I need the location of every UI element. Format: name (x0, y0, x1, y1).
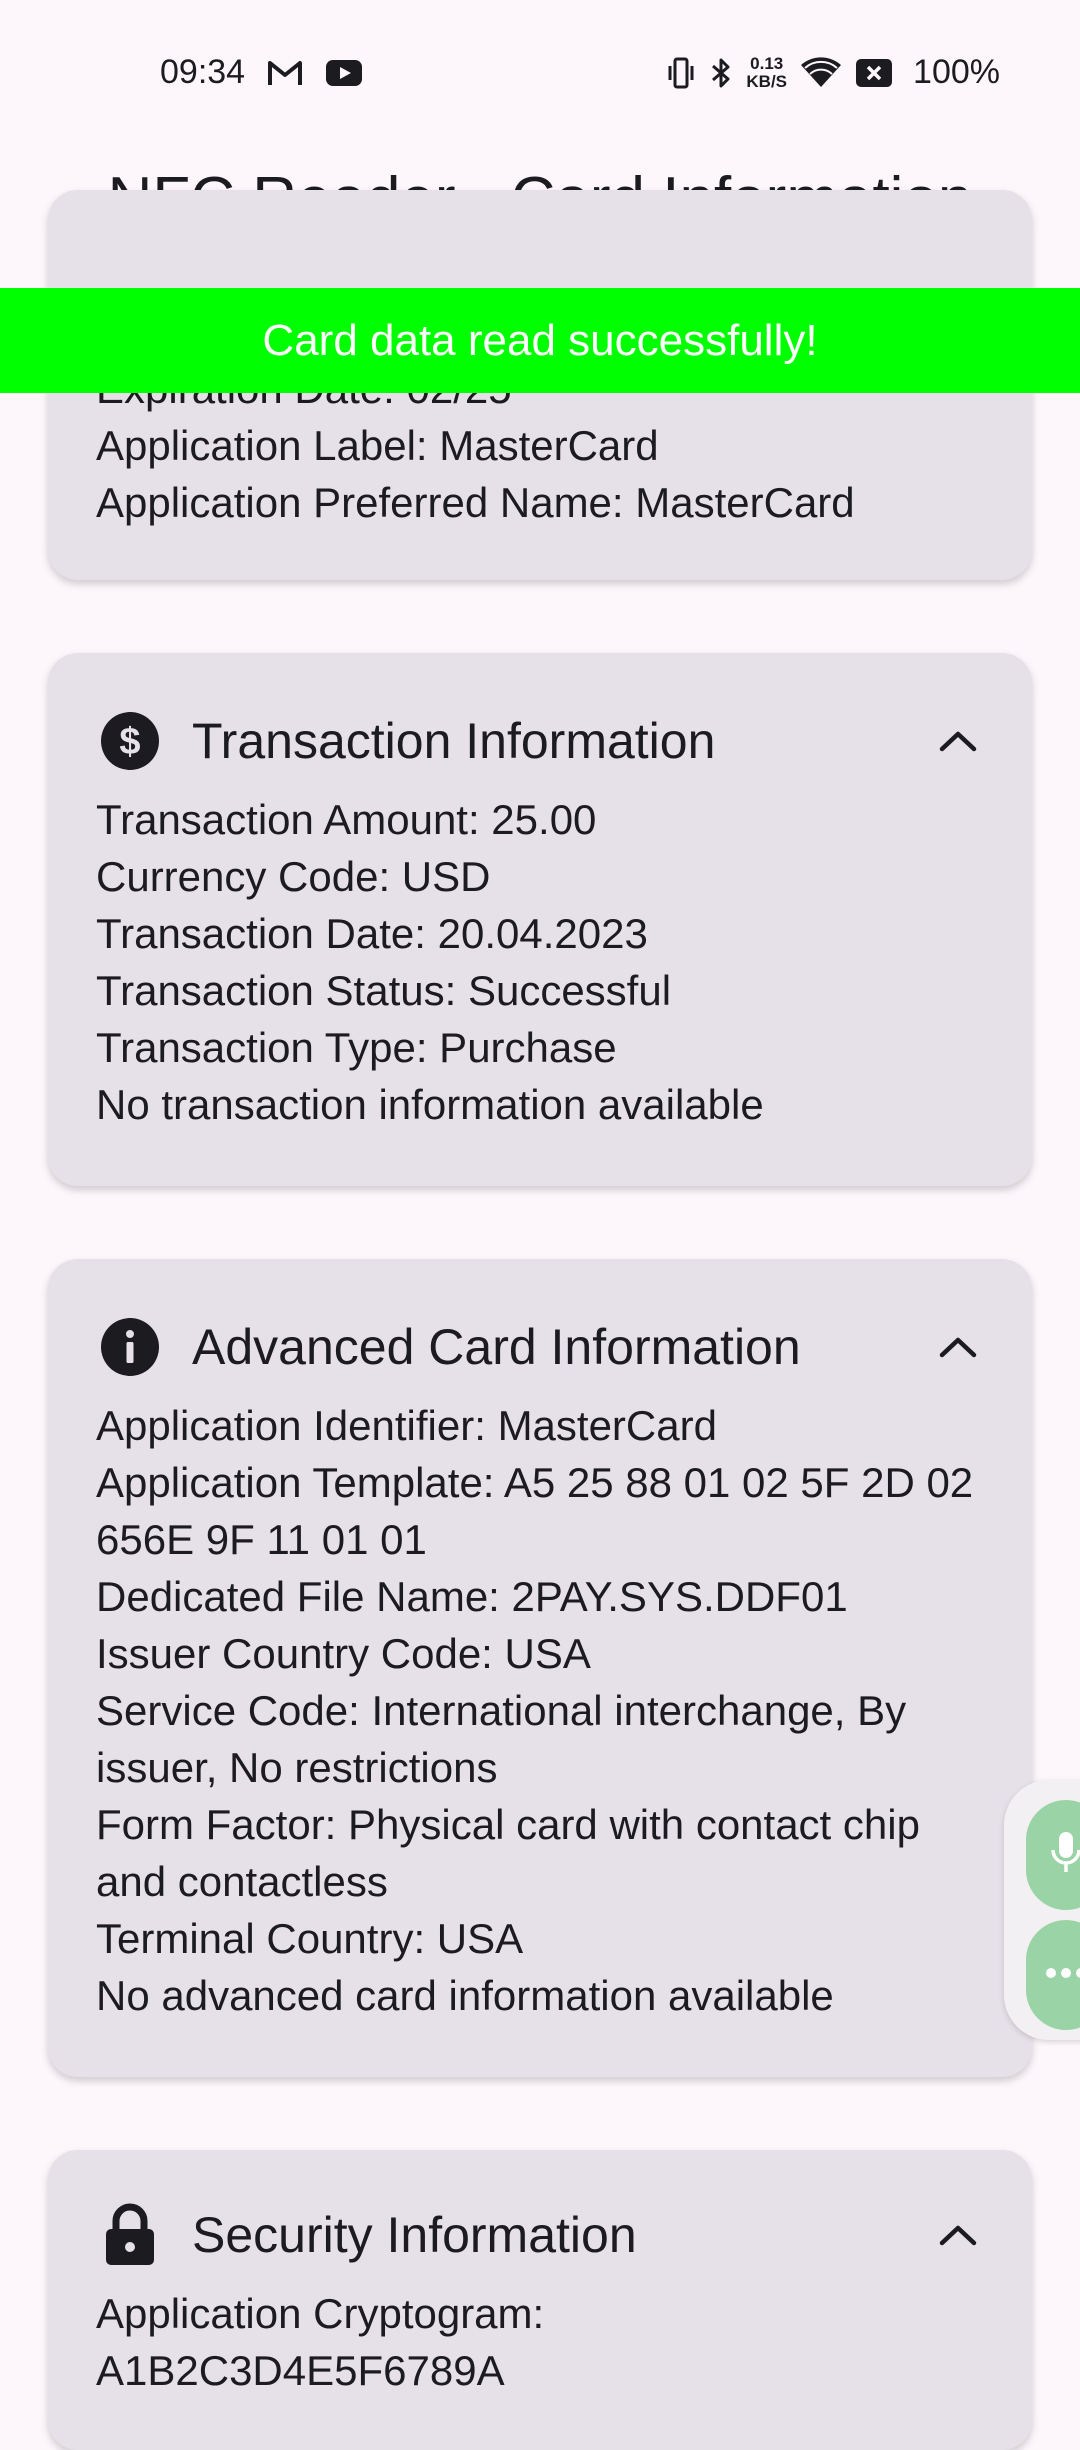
microphone-button[interactable] (1026, 1800, 1080, 1910)
network-speed: 0.13 KB/S (746, 53, 788, 91)
advanced-line: Issuer Country Code: USA (96, 1630, 591, 1677)
wifi-icon (801, 56, 842, 89)
transaction-line: Transaction Date: 20.04.2023 (96, 910, 648, 957)
battery-percent: 100% (913, 53, 1000, 91)
security-information-card: Security Information Application Cryptog… (48, 2150, 1032, 2450)
transaction-line: No transaction information available (96, 1081, 764, 1128)
advanced-line: Application Identifier: MasterCard (96, 1402, 717, 1449)
advanced-lines: Application Identifier: MasterCard Appli… (48, 1397, 1032, 2024)
security-lines: Application Cryptogram: A1B2C3D4E5F6789A (48, 2285, 708, 2399)
transaction-lines: Transaction Amount: 25.00 Currency Code:… (48, 791, 1032, 1133)
status-right: 0.13 KB/S 100% (666, 53, 1000, 92)
more-icon (1044, 1966, 1080, 1985)
chevron-up-icon[interactable] (936, 1325, 980, 1369)
security-title: Security Information (192, 2207, 637, 2263)
info-icon (100, 1317, 160, 1377)
gmail-icon (267, 59, 303, 87)
advanced-line: Terminal Country: USA (96, 1915, 524, 1962)
vibrate-icon (666, 56, 696, 90)
dollar-icon: $ (100, 711, 160, 771)
svg-text:$: $ (119, 721, 140, 763)
bluetooth-icon (710, 56, 732, 90)
advanced-line: No advanced card information available (96, 1972, 834, 2019)
transaction-information-card: $ Transaction Information Transaction Am… (48, 653, 1032, 1186)
network-speed-value: 0.13 (750, 53, 784, 73)
advanced-line: Dedicated File Name: 2PAY.SYS.DDF01 (96, 1573, 848, 1620)
card-info-line: Application Preferred Name: MasterCard (96, 479, 855, 526)
youtube-icon (325, 59, 363, 87)
card-info-line: Application Label: MasterCard (96, 422, 659, 469)
status-left: 09:34 (160, 53, 363, 92)
advanced-title: Advanced Card Information (192, 1319, 801, 1375)
status-time: 09:34 (160, 53, 246, 91)
network-speed-unit: KB/S (746, 71, 788, 91)
transaction-line: Transaction Status: Successful (96, 967, 672, 1014)
more-button[interactable] (1026, 1920, 1080, 2030)
chevron-up-icon[interactable] (936, 719, 980, 763)
advanced-line: Service Code: International interchange,… (96, 1687, 907, 1791)
status-bar: 09:34 0.13 KB/S 100% (0, 0, 1080, 145)
success-toast: Card data read successfully! (0, 288, 1080, 393)
transaction-title: Transaction Information (192, 713, 716, 769)
security-line: Application Cryptogram: A1B2C3D4E5F6789A (96, 2290, 545, 2394)
microphone-icon (1046, 1828, 1080, 1883)
advanced-header[interactable]: Advanced Card Information (48, 1297, 1032, 1397)
lock-icon (100, 2203, 160, 2265)
transaction-line: Transaction Type: Purchase (96, 1024, 617, 1071)
chevron-up-icon[interactable] (936, 2213, 980, 2257)
floating-button-stack (1004, 1780, 1080, 2040)
advanced-card-information-card: Advanced Card Information Application Id… (48, 1259, 1032, 2077)
transaction-line: Currency Code: USD (96, 853, 491, 900)
advanced-line: Application Template: A5 25 88 01 02 5F … (96, 1459, 974, 1563)
security-header[interactable]: Security Information (48, 2185, 1032, 2285)
transaction-line: Transaction Amount: 25.00 (96, 796, 597, 843)
transaction-header[interactable]: $ Transaction Information (48, 691, 1032, 791)
advanced-line: Form Factor: Physical card with contact … (96, 1801, 920, 1905)
battery-x-icon (855, 58, 893, 88)
